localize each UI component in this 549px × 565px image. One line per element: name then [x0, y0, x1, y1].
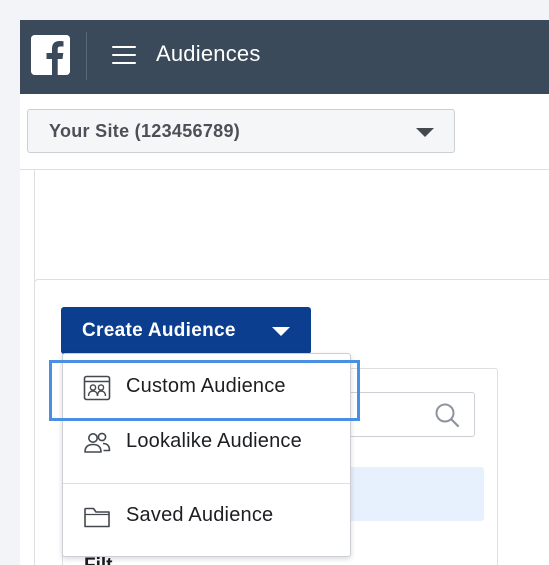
menu-item-label: Custom Audience: [126, 375, 286, 397]
menu-item-label: Saved Audience: [126, 504, 274, 526]
create-audience-menu: Custom Audience Lookalike Audience Saved…: [62, 353, 351, 557]
hamburger-menu-icon[interactable]: [112, 46, 136, 66]
caret-down-icon: [272, 327, 290, 336]
custom-audience-icon: [83, 375, 111, 401]
page-title: Audiences: [156, 41, 261, 66]
topbar-divider: [86, 32, 87, 80]
search-input[interactable]: [340, 392, 475, 437]
folder-icon: [84, 507, 110, 528]
account-selector-value: Your Site (123456789): [49, 121, 241, 141]
facebook-logo-icon[interactable]: [31, 35, 70, 75]
caret-down-icon: [416, 128, 434, 137]
create-audience-button[interactable]: Create Audience: [61, 307, 311, 354]
menu-item-custom-audience[interactable]: Custom Audience: [63, 360, 350, 414]
menu-item-label: Lookalike Audience: [126, 430, 302, 452]
people-icon: [84, 432, 111, 453]
top-card: [34, 170, 549, 286]
search-icon: [435, 403, 460, 428]
page: Audiences Your Site (123456789) Filt Cre…: [20, 20, 549, 565]
menu-item-saved-audience[interactable]: Saved Audience: [63, 489, 350, 543]
top-bar: Audiences: [20, 20, 549, 94]
info-banner: [340, 467, 484, 521]
create-audience-label: Create Audience: [82, 320, 236, 341]
account-selector[interactable]: Your Site (123456789): [27, 109, 455, 153]
menu-divider: [63, 483, 350, 484]
menu-item-lookalike-audience[interactable]: Lookalike Audience: [63, 415, 350, 469]
